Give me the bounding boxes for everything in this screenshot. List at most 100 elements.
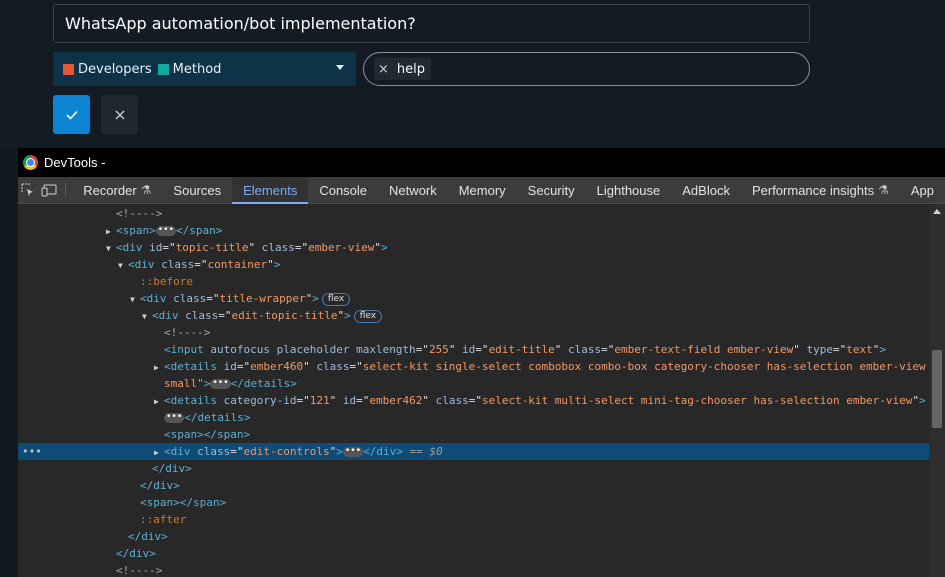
tab-network[interactable]: Network bbox=[378, 177, 448, 203]
attr-eq: =" bbox=[356, 394, 370, 407]
tab-label: Performance insights bbox=[751, 182, 875, 198]
tab-label: Network bbox=[389, 182, 437, 198]
dom-node-title-wrapper[interactable]: ▼ <div class="title-wrapper"> flex bbox=[18, 290, 929, 307]
save-title-button[interactable] bbox=[53, 95, 90, 134]
attr-value: 255 bbox=[428, 343, 449, 356]
parent-category-label: Developers bbox=[78, 61, 152, 77]
dom-node-close-div[interactable]: </div> bbox=[18, 477, 929, 494]
dom-node-details-tags[interactable]: ▶ <details category-id="121" id="ember462… bbox=[18, 392, 929, 409]
flex-badge[interactable]: flex bbox=[353, 309, 383, 323]
tab-performance-insights[interactable]: Performance insights ⚗ bbox=[741, 177, 900, 203]
dom-tree-scrollbar[interactable] bbox=[929, 205, 945, 577]
tag-name: <div bbox=[128, 258, 155, 271]
dom-node-edit-topic-title[interactable]: ▼ <div class="edit-topic-title"> flex bbox=[18, 307, 929, 324]
tab-console[interactable]: Console bbox=[308, 177, 378, 203]
attr-name: class bbox=[561, 343, 602, 356]
expand-arrow-icon[interactable]: ▶ bbox=[154, 359, 164, 376]
tag-name: <div bbox=[116, 241, 143, 254]
device-toolbar-icon[interactable] bbox=[39, 177, 60, 203]
tag-close: </details> bbox=[230, 377, 297, 390]
more-actions-icon[interactable]: ••• bbox=[22, 443, 42, 460]
expand-arrow-icon[interactable]: ▶ bbox=[154, 393, 164, 410]
collapse-arrow-icon[interactable]: ▼ bbox=[118, 257, 128, 274]
remove-tag-icon[interactable]: × bbox=[378, 62, 389, 77]
collapsed-ellipsis-icon[interactable]: ••• bbox=[210, 379, 231, 389]
attr-eq: =" bbox=[230, 445, 244, 458]
dom-node-comment[interactable]: <!----> bbox=[18, 562, 929, 577]
dom-node-details-category-wrap[interactable]: small"> ••• </details> bbox=[18, 375, 929, 392]
dom-node-close-div[interactable]: </div> bbox=[18, 545, 929, 562]
attr-name: class bbox=[428, 394, 469, 407]
attr-value-wrap: small" bbox=[164, 377, 204, 390]
collapsed-ellipsis-icon[interactable]: ••• bbox=[342, 447, 364, 457]
elements-dom-tree[interactable]: <!----> ▶ <span> ••• </span> ▼ <div id="topi… bbox=[18, 205, 929, 577]
tab-app[interactable]: App bbox=[900, 177, 945, 203]
flex-badge[interactable]: flex bbox=[321, 292, 351, 306]
tag-close: </div> bbox=[363, 445, 403, 458]
cancel-edit-button[interactable] bbox=[101, 95, 138, 134]
close-icon bbox=[115, 110, 124, 119]
tab-elements[interactable]: Elements bbox=[232, 177, 309, 204]
tag-name: <div bbox=[152, 309, 179, 322]
dom-node-span[interactable]: <span></span> bbox=[18, 426, 929, 443]
scroll-up-arrow-icon[interactable] bbox=[933, 209, 941, 214]
expand-arrow-icon[interactable]: ▶ bbox=[154, 444, 164, 461]
inspect-element-icon[interactable] bbox=[18, 177, 39, 203]
tab-security[interactable]: Security bbox=[517, 177, 586, 203]
tab-adblock[interactable]: AdBlock bbox=[671, 177, 741, 203]
dom-node-span[interactable]: <span></span> bbox=[18, 494, 929, 511]
tag-name: <details bbox=[164, 394, 217, 407]
tag-bracket: > bbox=[344, 309, 351, 322]
collapse-arrow-icon[interactable]: ▼ bbox=[130, 291, 140, 308]
parent-category-swatch bbox=[63, 63, 74, 75]
toolbar-divider bbox=[65, 183, 67, 197]
tag-bracket: > bbox=[879, 343, 886, 356]
tab-recorder[interactable]: Recorder ⚗ bbox=[72, 177, 162, 203]
tag-pill-help[interactable]: × help bbox=[374, 58, 432, 80]
dom-node-input[interactable]: <input autofocus placeholder maxlength="… bbox=[18, 341, 929, 358]
attr-quote: " bbox=[374, 241, 381, 254]
dom-node-container[interactable]: ▼ <div class="container"> bbox=[18, 256, 929, 273]
collapse-arrow-icon[interactable]: ▼ bbox=[106, 240, 116, 257]
attr-eq: =" bbox=[832, 343, 847, 356]
collapsed-ellipsis-icon[interactable]: ••• bbox=[164, 413, 185, 423]
attr-eq: =" bbox=[468, 394, 482, 407]
tab-lighthouse[interactable]: Lighthouse bbox=[586, 177, 672, 203]
collapsed-ellipsis-icon[interactable]: ••• bbox=[155, 226, 177, 236]
attr-value: topic-title bbox=[175, 241, 249, 254]
tab-label: Sources bbox=[173, 182, 222, 198]
dom-node-close-div[interactable]: </div> bbox=[18, 528, 929, 545]
dom-node-comment[interactable]: <!----> bbox=[18, 324, 929, 341]
tag-open: <div id="topic-title" class="ember-view"… bbox=[116, 241, 388, 254]
tab-memory[interactable]: Memory bbox=[448, 177, 517, 203]
attr-name: class bbox=[166, 292, 207, 305]
comment-text: <!----> bbox=[116, 207, 163, 220]
tag-chooser[interactable]: × help bbox=[363, 52, 810, 86]
dom-node-span[interactable]: ▶ <span> ••• </span> bbox=[18, 222, 929, 239]
category-chooser[interactable]: Developers Method bbox=[53, 52, 356, 86]
tag-bracket: > bbox=[203, 377, 211, 390]
dom-node-details-tags-wrap[interactable]: ••• </details> bbox=[18, 409, 929, 426]
topic-title-input[interactable]: WhatsApp automation/bot implementation? bbox=[53, 4, 810, 43]
comment-text: <!----> bbox=[164, 326, 211, 339]
tag-name: <input bbox=[164, 343, 204, 356]
tag-bracket: > bbox=[380, 241, 388, 254]
tag-close: </div> bbox=[152, 462, 192, 475]
dom-node-comment[interactable]: <!----> bbox=[18, 205, 929, 222]
dom-node-before[interactable]: ::before bbox=[18, 273, 929, 290]
expand-arrow-icon[interactable]: ▶ bbox=[106, 223, 116, 240]
attr-value: 121 bbox=[309, 394, 330, 407]
dom-node-topic-title[interactable]: ▼ <div id="topic-title" class="ember-view… bbox=[18, 239, 929, 256]
dom-node-close-div[interactable]: </div> bbox=[18, 460, 929, 477]
tag-name: <div bbox=[164, 445, 191, 458]
tab-sources[interactable]: Sources bbox=[162, 177, 232, 203]
dom-node-after[interactable]: ::after bbox=[18, 511, 929, 528]
dom-node-details-category[interactable]: ▶ <details id="ember460" class="select-ki… bbox=[18, 358, 929, 375]
dom-node-edit-controls-selected[interactable]: ••• ▶ <div class="edit-controls"> ••• </div… bbox=[18, 443, 929, 460]
attr-eq: =" bbox=[162, 241, 176, 254]
scrollbar-thumb[interactable] bbox=[932, 350, 942, 428]
tag-close: </div> bbox=[140, 479, 180, 492]
collapse-arrow-icon[interactable]: ▼ bbox=[142, 308, 152, 325]
attr-quote: " bbox=[303, 360, 310, 373]
devtools-tabbar: Recorder ⚗ Sources Elements Console Network Me… bbox=[18, 177, 945, 204]
